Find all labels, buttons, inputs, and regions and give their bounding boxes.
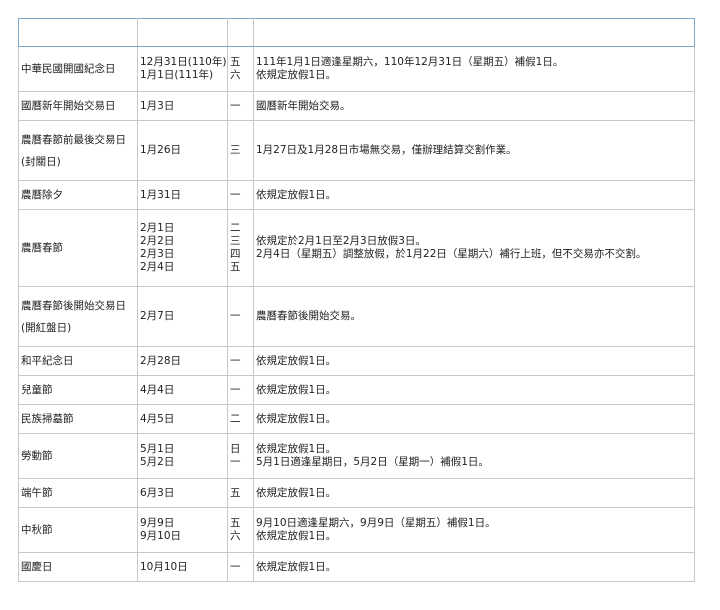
weekday-cell: 一	[227, 375, 254, 405]
holiday-name-cell: 農曆春節前最後交易日 (封關日)	[18, 120, 138, 181]
date-cell: 10月10日	[137, 552, 228, 582]
weekday-cell: 三	[227, 120, 254, 181]
header-date	[137, 18, 228, 47]
date-cell: 1月26日	[137, 120, 228, 181]
note-cell: 國曆新年開始交易。	[253, 91, 695, 121]
table-row: 中華民國開國紀念日 12月31日(110年) 1月1日(111年) 五六 111年…	[18, 46, 695, 92]
table-row: 國曆新年開始交易日 1月3日 一 國曆新年開始交易。	[18, 91, 695, 121]
holiday-name-cell: 農曆春節	[18, 209, 138, 287]
weekday-cell: 五	[227, 478, 254, 508]
date-cell: 1月3日	[137, 91, 228, 121]
holiday-schedule-table: 中華民國開國紀念日 12月31日(110年) 1月1日(111年) 五六 111年…	[18, 18, 695, 582]
weekday-cell: 一	[227, 91, 254, 121]
table-row: 農曆春節 2月1日 2月2日 2月3日 2月4日 二三四五 依規定於2月1日至2月3日…	[18, 209, 695, 287]
table-row: 勞動節 5月1日 5月2日 日一 依規定放假1日。 5月1日適逢星期日，5月2日（星…	[18, 433, 695, 479]
date-cell: 2月7日	[137, 286, 228, 347]
table-row: 端午節 6月3日 五 依規定放假1日。	[18, 478, 695, 508]
table-row: 農曆春節前最後交易日 (封關日) 1月26日 三 1月27日及1月28日市場無交易…	[18, 120, 695, 181]
date-cell: 4月4日	[137, 375, 228, 405]
note-cell: 1月27日及1月28日市場無交易，僅辦理結算交割作業。	[253, 120, 695, 181]
note-cell: 依規定於2月1日至2月3日放假3日。 2月4日（星期五）調整放假，於1月22日（星…	[253, 209, 695, 287]
holiday-name-cell: 勞動節	[18, 433, 138, 479]
date-cell: 12月31日(110年) 1月1日(111年)	[137, 46, 228, 92]
weekday-cell: 一	[227, 552, 254, 582]
holiday-name-cell: 農曆春節後開始交易日 (開紅盤日)	[18, 286, 138, 347]
date-cell: 4月5日	[137, 404, 228, 434]
note-cell: 依規定放假1日。	[253, 375, 695, 405]
table-row: 和平紀念日 2月28日 一 依規定放假1日。	[18, 346, 695, 376]
weekday-cell: 五六	[227, 507, 254, 553]
date-cell: 9月9日 9月10日	[137, 507, 228, 553]
weekday-cell: 日一	[227, 433, 254, 479]
note-cell: 111年1月1日適逢星期六，110年12月31日（星期五）補假1日。 依規定放假1…	[253, 46, 695, 92]
table-row: 農曆春節後開始交易日 (開紅盤日) 2月7日 一 農曆春節後開始交易。	[18, 286, 695, 347]
holiday-name-cell: 民族掃墓節	[18, 404, 138, 434]
weekday-cell: 一	[227, 286, 254, 347]
table-header-row	[18, 18, 695, 47]
holiday-name-cell: 國慶日	[18, 552, 138, 582]
note-cell: 依規定放假1日。	[253, 180, 695, 210]
date-cell: 2月28日	[137, 346, 228, 376]
table-row: 國慶日 10月10日 一 依規定放假1日。	[18, 552, 695, 582]
table-row: 兒童節 4月4日 一 依規定放假1日。	[18, 375, 695, 405]
date-cell: 2月1日 2月2日 2月3日 2月4日	[137, 209, 228, 287]
note-cell: 依規定放假1日。 5月1日適逢星期日，5月2日（星期一）補假1日。	[253, 433, 695, 479]
table-row: 民族掃墓節 4月5日 二 依規定放假1日。	[18, 404, 695, 434]
holiday-name-cell: 中秋節	[18, 507, 138, 553]
note-cell: 依規定放假1日。	[253, 346, 695, 376]
holiday-name-cell: 中華民國開國紀念日	[18, 46, 138, 92]
holiday-name-cell: 端午節	[18, 478, 138, 508]
date-cell: 6月3日	[137, 478, 228, 508]
holiday-name-cell: 和平紀念日	[18, 346, 138, 376]
weekday-cell: 一	[227, 346, 254, 376]
note-cell: 依規定放假1日。	[253, 552, 695, 582]
note-cell: 9月10日適逢星期六，9月9日（星期五）補假1日。 依規定放假1日。	[253, 507, 695, 553]
holiday-name-cell: 農曆除夕	[18, 180, 138, 210]
header-holiday	[18, 18, 138, 47]
holiday-name-cell: 兒童節	[18, 375, 138, 405]
date-cell: 1月31日	[137, 180, 228, 210]
header-note	[253, 18, 695, 47]
table-row: 中秋節 9月9日 9月10日 五六 9月10日適逢星期六，9月9日（星期五）補假1…	[18, 507, 695, 553]
holiday-name-cell: 國曆新年開始交易日	[18, 91, 138, 121]
note-cell: 農曆春節後開始交易。	[253, 286, 695, 347]
note-cell: 依規定放假1日。	[253, 478, 695, 508]
weekday-cell: 二三四五	[227, 209, 254, 287]
note-cell: 依規定放假1日。	[253, 404, 695, 434]
weekday-cell: 五六	[227, 46, 254, 92]
header-weekday	[227, 18, 254, 47]
weekday-cell: 一	[227, 180, 254, 210]
weekday-cell: 二	[227, 404, 254, 434]
table-row: 農曆除夕 1月31日 一 依規定放假1日。	[18, 180, 695, 210]
date-cell: 5月1日 5月2日	[137, 433, 228, 479]
